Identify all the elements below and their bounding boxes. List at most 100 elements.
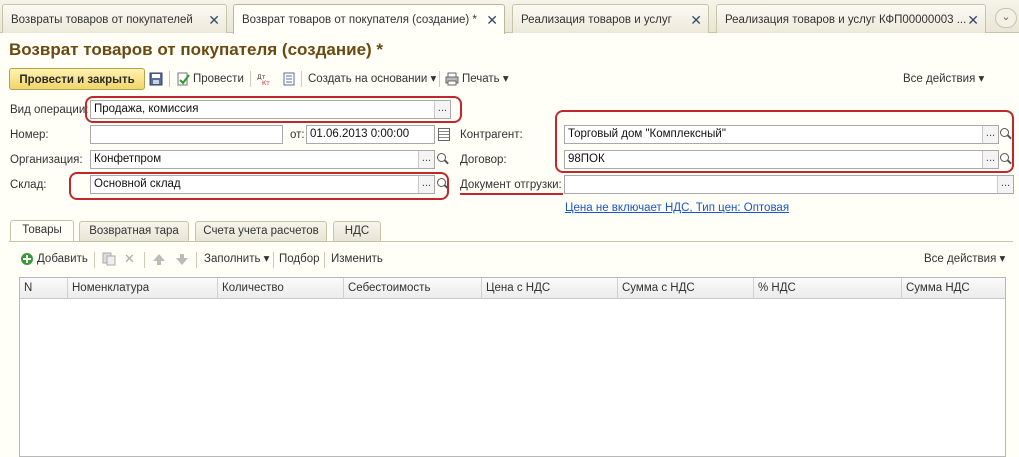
add-icon	[21, 252, 33, 265]
number-label: Номер:	[10, 129, 49, 141]
change-button[interactable]: Изменить	[331, 249, 383, 269]
column-header-quantity[interactable]: Количество	[218, 278, 344, 299]
date-field[interactable]: 01.06.2013 0:00:00	[306, 125, 435, 144]
window-tab-sales-kfp[interactable]: Реализация товаров и услуг КФП00000003 .…	[716, 4, 986, 33]
dt-kt-button[interactable]: Дт Кт	[257, 68, 274, 90]
move-down-button[interactable]	[175, 249, 192, 269]
floppy-disk-icon	[149, 72, 163, 86]
date-value: 01.06.2013 0:00:00	[310, 128, 410, 140]
toolbar-separator	[324, 252, 325, 268]
tab-settlement-accounts[interactable]: Счета учета расчетов	[195, 221, 327, 241]
page-title: Возврат товаров от покупателя (создание)…	[9, 40, 384, 59]
arrow-up-icon	[153, 253, 165, 265]
save-button[interactable]	[149, 68, 166, 90]
contract-label: Договор:	[460, 154, 507, 166]
highlight-warehouse	[69, 172, 449, 200]
table-all-actions-button[interactable]: Все действия ▾	[924, 249, 1005, 269]
window-tab-label: Возвраты товаров от покупателей	[11, 14, 193, 26]
all-actions-button[interactable]: Все действия ▾	[903, 68, 984, 90]
close-icon[interactable]: ✕	[486, 12, 498, 29]
select-button[interactable]: ...	[418, 151, 434, 168]
printer-icon	[445, 72, 459, 86]
column-header-n[interactable]: N	[20, 278, 68, 299]
toolbar-separator	[273, 252, 274, 268]
table-toolbar: Добавить ✕ Заполнить ▾ Подбор Изменить В…	[20, 249, 1005, 269]
table-header: N Номенклатура Количество Себестоимость …	[20, 278, 1005, 299]
tabs-scroll-button[interactable]: ⌄	[995, 8, 1017, 28]
window-tab-return-create[interactable]: Возврат товаров от покупателя (создание)…	[233, 4, 505, 34]
column-header-nomenclature[interactable]: Номенклатура	[68, 278, 218, 299]
goods-table[interactable]: N Номенклатура Количество Себестоимость …	[19, 277, 1006, 457]
post-button[interactable]: Провести	[176, 68, 244, 90]
operation-type-label: Вид операции:	[10, 104, 89, 116]
window-tab-bar: Возвраты товаров от покупателей ✕ Возвра…	[0, 0, 1019, 34]
dropdown-arrow-icon: ▾	[430, 73, 437, 85]
create-based-on-button[interactable]: Создать на основании ▾	[308, 68, 436, 90]
column-header-price-vat[interactable]: Цена с НДС	[482, 278, 618, 299]
fill-button[interactable]: Заполнить ▾	[204, 249, 269, 269]
tab-divider	[9, 241, 1013, 242]
post-and-close-button[interactable]: Провести и закрыть	[9, 68, 145, 90]
post-document-icon	[177, 72, 190, 86]
dropdown-arrow-icon: ▾	[978, 73, 985, 85]
dropdown-arrow-icon: ▾	[263, 253, 270, 265]
create-based-on-label: Создать на основании	[308, 73, 428, 85]
window-tab-label: Возврат товаров от покупателя (создание)…	[242, 14, 477, 26]
window-tab-sales[interactable]: Реализация товаров и услуг ✕	[512, 4, 709, 33]
column-header-vat-rate[interactable]: % НДС	[754, 278, 902, 299]
window-tab-returns-list[interactable]: Возвраты товаров от покупателей ✕	[2, 4, 227, 33]
fill-label: Заполнить	[204, 253, 261, 265]
toolbar-separator	[250, 71, 251, 87]
add-label: Добавить	[37, 253, 88, 265]
window-tab-label: Реализация товаров и услуг	[521, 14, 672, 26]
close-icon[interactable]: ✕	[208, 12, 220, 29]
window-tab-label: Реализация товаров и услуг КФП00000003 .…	[725, 14, 967, 26]
close-icon[interactable]: ✕	[967, 12, 979, 29]
toolbar-separator	[144, 252, 145, 268]
organization-label: Организация:	[10, 154, 83, 166]
dropdown-arrow-icon: ▾	[502, 73, 509, 85]
highlight-underline-shipment	[460, 193, 563, 195]
toolbar-separator	[169, 71, 170, 87]
shipment-document-label: Документ отгрузки:	[460, 179, 562, 191]
calendar-icon[interactable]	[436, 125, 450, 144]
delete-button[interactable]: ✕	[124, 249, 135, 269]
tab-returnable-packaging[interactable]: Возвратная тара	[79, 221, 189, 241]
price-settings-link[interactable]: Цена не включает НДС, Тип цен: Оптовая	[565, 202, 789, 214]
tab-vat[interactable]: НДС	[333, 221, 381, 241]
shipment-document-field[interactable]: ...	[564, 175, 1014, 194]
toolbar-separator	[94, 252, 95, 268]
select-button[interactable]: ...	[997, 176, 1013, 193]
close-icon[interactable]: ✕	[690, 12, 702, 29]
selection-button[interactable]: Подбор	[279, 249, 320, 269]
toolbar-separator	[439, 71, 440, 87]
dt-kt-icon: ДтКт	[257, 74, 270, 86]
search-icon[interactable]	[435, 150, 451, 169]
post-button-label: Провести	[193, 73, 244, 85]
number-field[interactable]	[90, 125, 283, 144]
print-button[interactable]: Печать ▾	[445, 68, 509, 90]
svg-text:Кт: Кт	[262, 80, 270, 86]
arrow-down-icon	[176, 253, 188, 265]
print-label: Печать	[462, 73, 500, 85]
column-header-vat-sum[interactable]: Сумма НДС	[902, 278, 1005, 299]
table-all-actions-label: Все действия	[924, 253, 997, 265]
toolbar-separator	[301, 71, 302, 87]
organization-value: Конфетпром	[94, 153, 162, 165]
copy-button[interactable]	[102, 249, 119, 269]
tab-goods[interactable]: Товары	[10, 220, 74, 242]
report-button[interactable]	[282, 68, 299, 90]
organization-field[interactable]: Конфетпром ...	[90, 150, 435, 169]
warehouse-label: Склад:	[10, 179, 47, 191]
move-up-button[interactable]	[152, 249, 169, 269]
add-button[interactable]: Добавить	[20, 249, 88, 269]
highlight-counterparty-contract	[555, 110, 1014, 173]
column-header-sum-vat[interactable]: Сумма с НДС	[618, 278, 754, 299]
all-actions-label: Все действия	[903, 73, 976, 85]
column-header-cost[interactable]: Себестоимость	[344, 278, 482, 299]
chevron-down-icon: ⌄	[1001, 11, 1011, 23]
toolbar-separator	[196, 252, 197, 268]
delete-icon: ✕	[124, 251, 135, 266]
document-icon	[283, 72, 295, 86]
document-toolbar: Провести и закрыть Провести Дт Кт Создать…	[9, 68, 1013, 90]
